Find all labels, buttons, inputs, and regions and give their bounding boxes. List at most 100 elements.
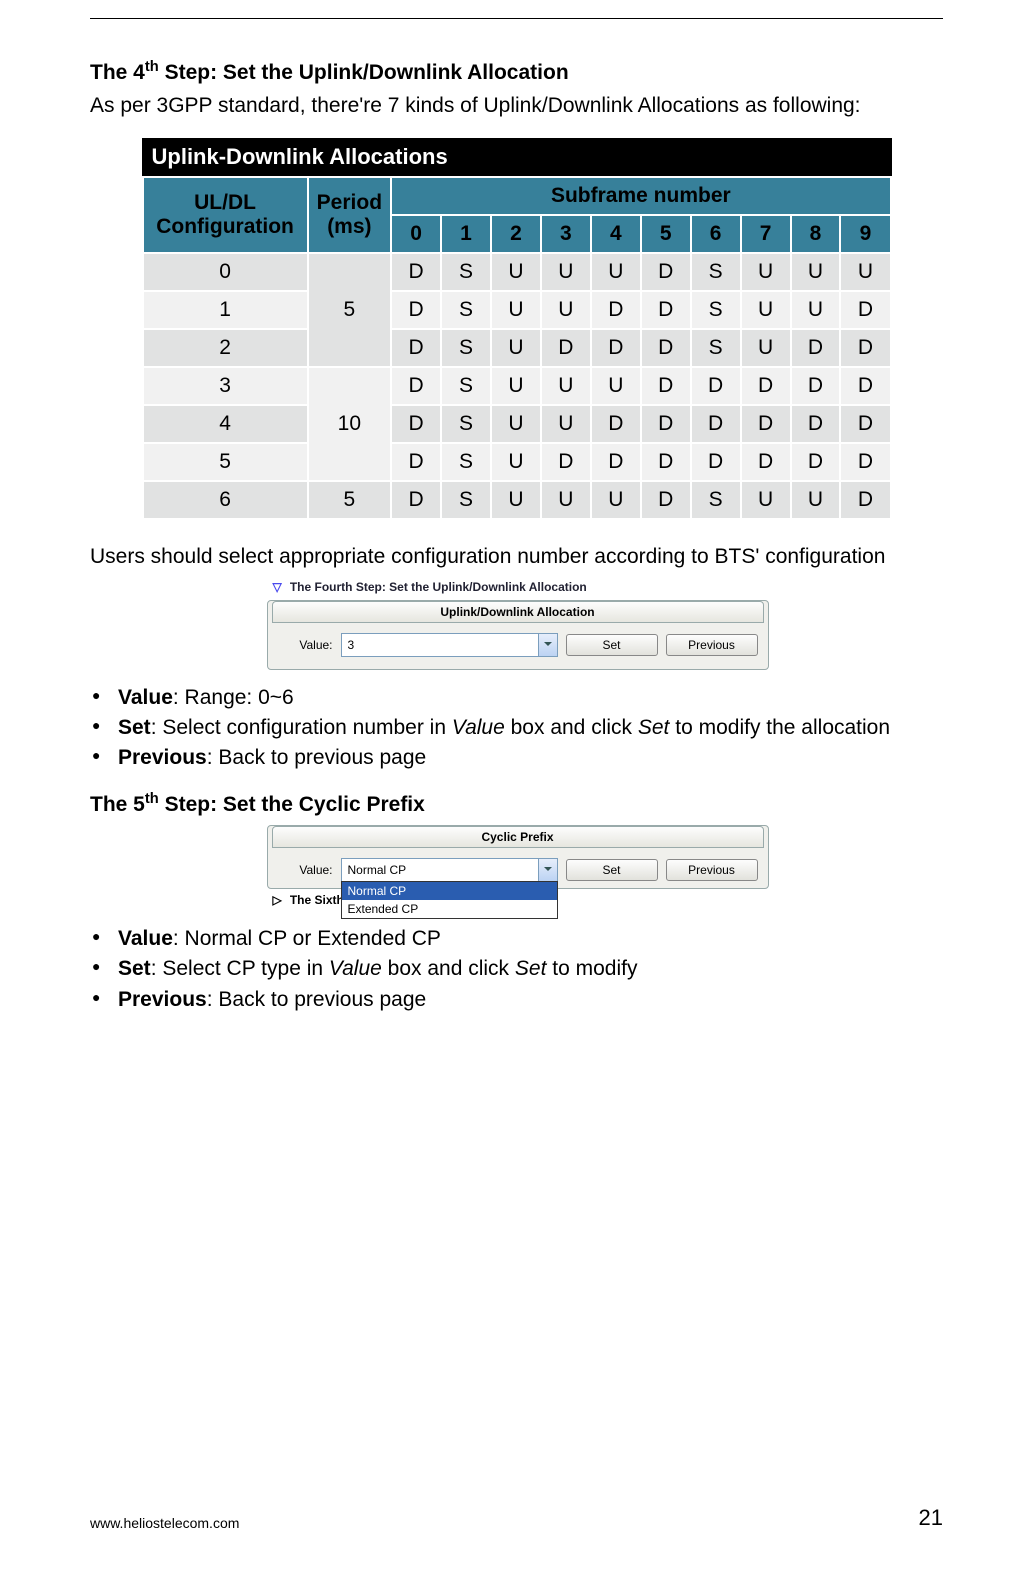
cyclic-prefix-panel: Cyclic Prefix Value: Normal CP Normal CP… (267, 825, 769, 889)
cp-value-combo[interactable]: Normal CP Normal CP Extended CP (341, 858, 558, 882)
sf-4: 4 (591, 215, 641, 253)
t: Value (329, 957, 382, 980)
cell: S (441, 481, 491, 519)
cell: U (491, 481, 541, 519)
cell: 3 (143, 367, 308, 405)
table-row: 3 10 DSUUUDDDDD (143, 367, 891, 405)
cell: 6 (143, 481, 308, 519)
t: : Select configuration number in (151, 716, 452, 739)
cell: U (741, 253, 791, 291)
col-cfg: UL/DL Configuration (143, 177, 308, 253)
cell: D (741, 405, 791, 443)
panel4-step-text: The Fourth Step: Set the Uplink/Downlink… (290, 580, 587, 594)
hd5-post: Step: Set the Cyclic Prefix (159, 793, 425, 816)
t: Set (118, 716, 151, 739)
cell: U (591, 481, 641, 519)
cp-dropdown-list[interactable]: Normal CP Extended CP (341, 881, 558, 919)
cell: S (441, 367, 491, 405)
t: to modify (546, 957, 637, 980)
cell: D (840, 405, 890, 443)
sf-1: 1 (441, 215, 491, 253)
sf-3: 3 (541, 215, 591, 253)
cell: U (491, 329, 541, 367)
cell: D (591, 329, 641, 367)
cell: U (791, 253, 841, 291)
sf-8: 8 (791, 215, 841, 253)
cp-option-normal[interactable]: Normal CP (342, 882, 557, 900)
previous-button[interactable]: Previous (666, 859, 758, 881)
cell: D (840, 367, 890, 405)
cell: D (641, 329, 691, 367)
previous-button[interactable]: Previous (666, 634, 758, 656)
cell: 4 (143, 405, 308, 443)
cell: U (791, 291, 841, 329)
cell: D (391, 405, 441, 443)
table-row: 4 DSUUDDDDDD (143, 405, 891, 443)
cell: S (441, 405, 491, 443)
t: Value (452, 716, 505, 739)
cell: 10 (308, 367, 392, 481)
cell: 5 (143, 443, 308, 481)
cell: S (691, 329, 741, 367)
cell: D (691, 405, 741, 443)
t: : Select CP type in (151, 957, 329, 980)
cell: D (691, 367, 741, 405)
t: Value (118, 927, 173, 950)
cell: D (591, 443, 641, 481)
cell: D (641, 405, 691, 443)
sf-7: 7 (741, 215, 791, 253)
footer-url: www.heliostelecom.com (90, 1515, 239, 1531)
cell: U (541, 367, 591, 405)
step4-after: Users should select appropriate configur… (90, 542, 943, 571)
cell: D (791, 329, 841, 367)
cell: U (541, 253, 591, 291)
cell: U (591, 253, 641, 291)
value-combo[interactable]: 3 (341, 633, 558, 657)
cell: D (641, 253, 691, 291)
cell: D (591, 291, 641, 329)
triangle-right-icon: ▷ (273, 893, 287, 907)
value-label: Value: (278, 638, 333, 652)
cell: U (591, 367, 641, 405)
cell: U (741, 329, 791, 367)
cell: U (541, 405, 591, 443)
set-button[interactable]: Set (566, 634, 658, 656)
cell: 0 (143, 253, 308, 291)
step5-heading: The 5th Step: Set the Cyclic Prefix (90, 791, 943, 817)
t: box and click (505, 716, 638, 739)
col-subframe: Subframe number (391, 177, 890, 215)
cell: D (391, 253, 441, 291)
cell: D (840, 329, 890, 367)
table-row: 0 5 DSUUUDSUUU (143, 253, 891, 291)
cell: D (691, 443, 741, 481)
page-footer: www.heliostelecom.com 21 (90, 1505, 943, 1531)
hd4-post: Step: Set the Uplink/Downlink Allocation (159, 61, 569, 84)
t: : Back to previous page (207, 746, 426, 769)
cell: D (641, 443, 691, 481)
t: box and click (382, 957, 515, 980)
cell: U (741, 481, 791, 519)
value-combo-text: 3 (348, 638, 355, 652)
step4-heading: The 4th Step: Set the Uplink/Downlink Al… (90, 59, 943, 85)
cell: U (541, 291, 591, 329)
cell: S (441, 253, 491, 291)
page-number: 21 (919, 1505, 943, 1531)
uplink-downlink-panel: Uplink/Downlink Allocation Value: 3 Set … (267, 600, 769, 670)
hd5-sup: th (145, 791, 159, 807)
cp-option-extended[interactable]: Extended CP (342, 900, 557, 918)
cell: U (791, 481, 841, 519)
hd4-sup: th (145, 59, 159, 75)
panel4-step-line[interactable]: ▽ The Fourth Step: Set the Uplink/Downli… (267, 578, 767, 596)
dropdown-arrow-icon[interactable] (538, 859, 557, 881)
set-button[interactable]: Set (566, 859, 658, 881)
list-item: Previous: Back to previous page (118, 744, 943, 772)
cell: D (840, 443, 890, 481)
dropdown-arrow-icon[interactable] (538, 634, 557, 656)
t: Set (118, 957, 151, 980)
t: Set (638, 716, 670, 739)
step4-bullets: Value: Range: 0~6 Set: Select configurat… (90, 684, 943, 773)
t: : Back to previous page (207, 988, 426, 1011)
step5-bullets: Value: Normal CP or Extended CP Set: Sel… (90, 925, 943, 1014)
alloc-table-grid: UL/DL Configuration Period (ms) Subframe… (142, 176, 892, 520)
cell: S (441, 443, 491, 481)
